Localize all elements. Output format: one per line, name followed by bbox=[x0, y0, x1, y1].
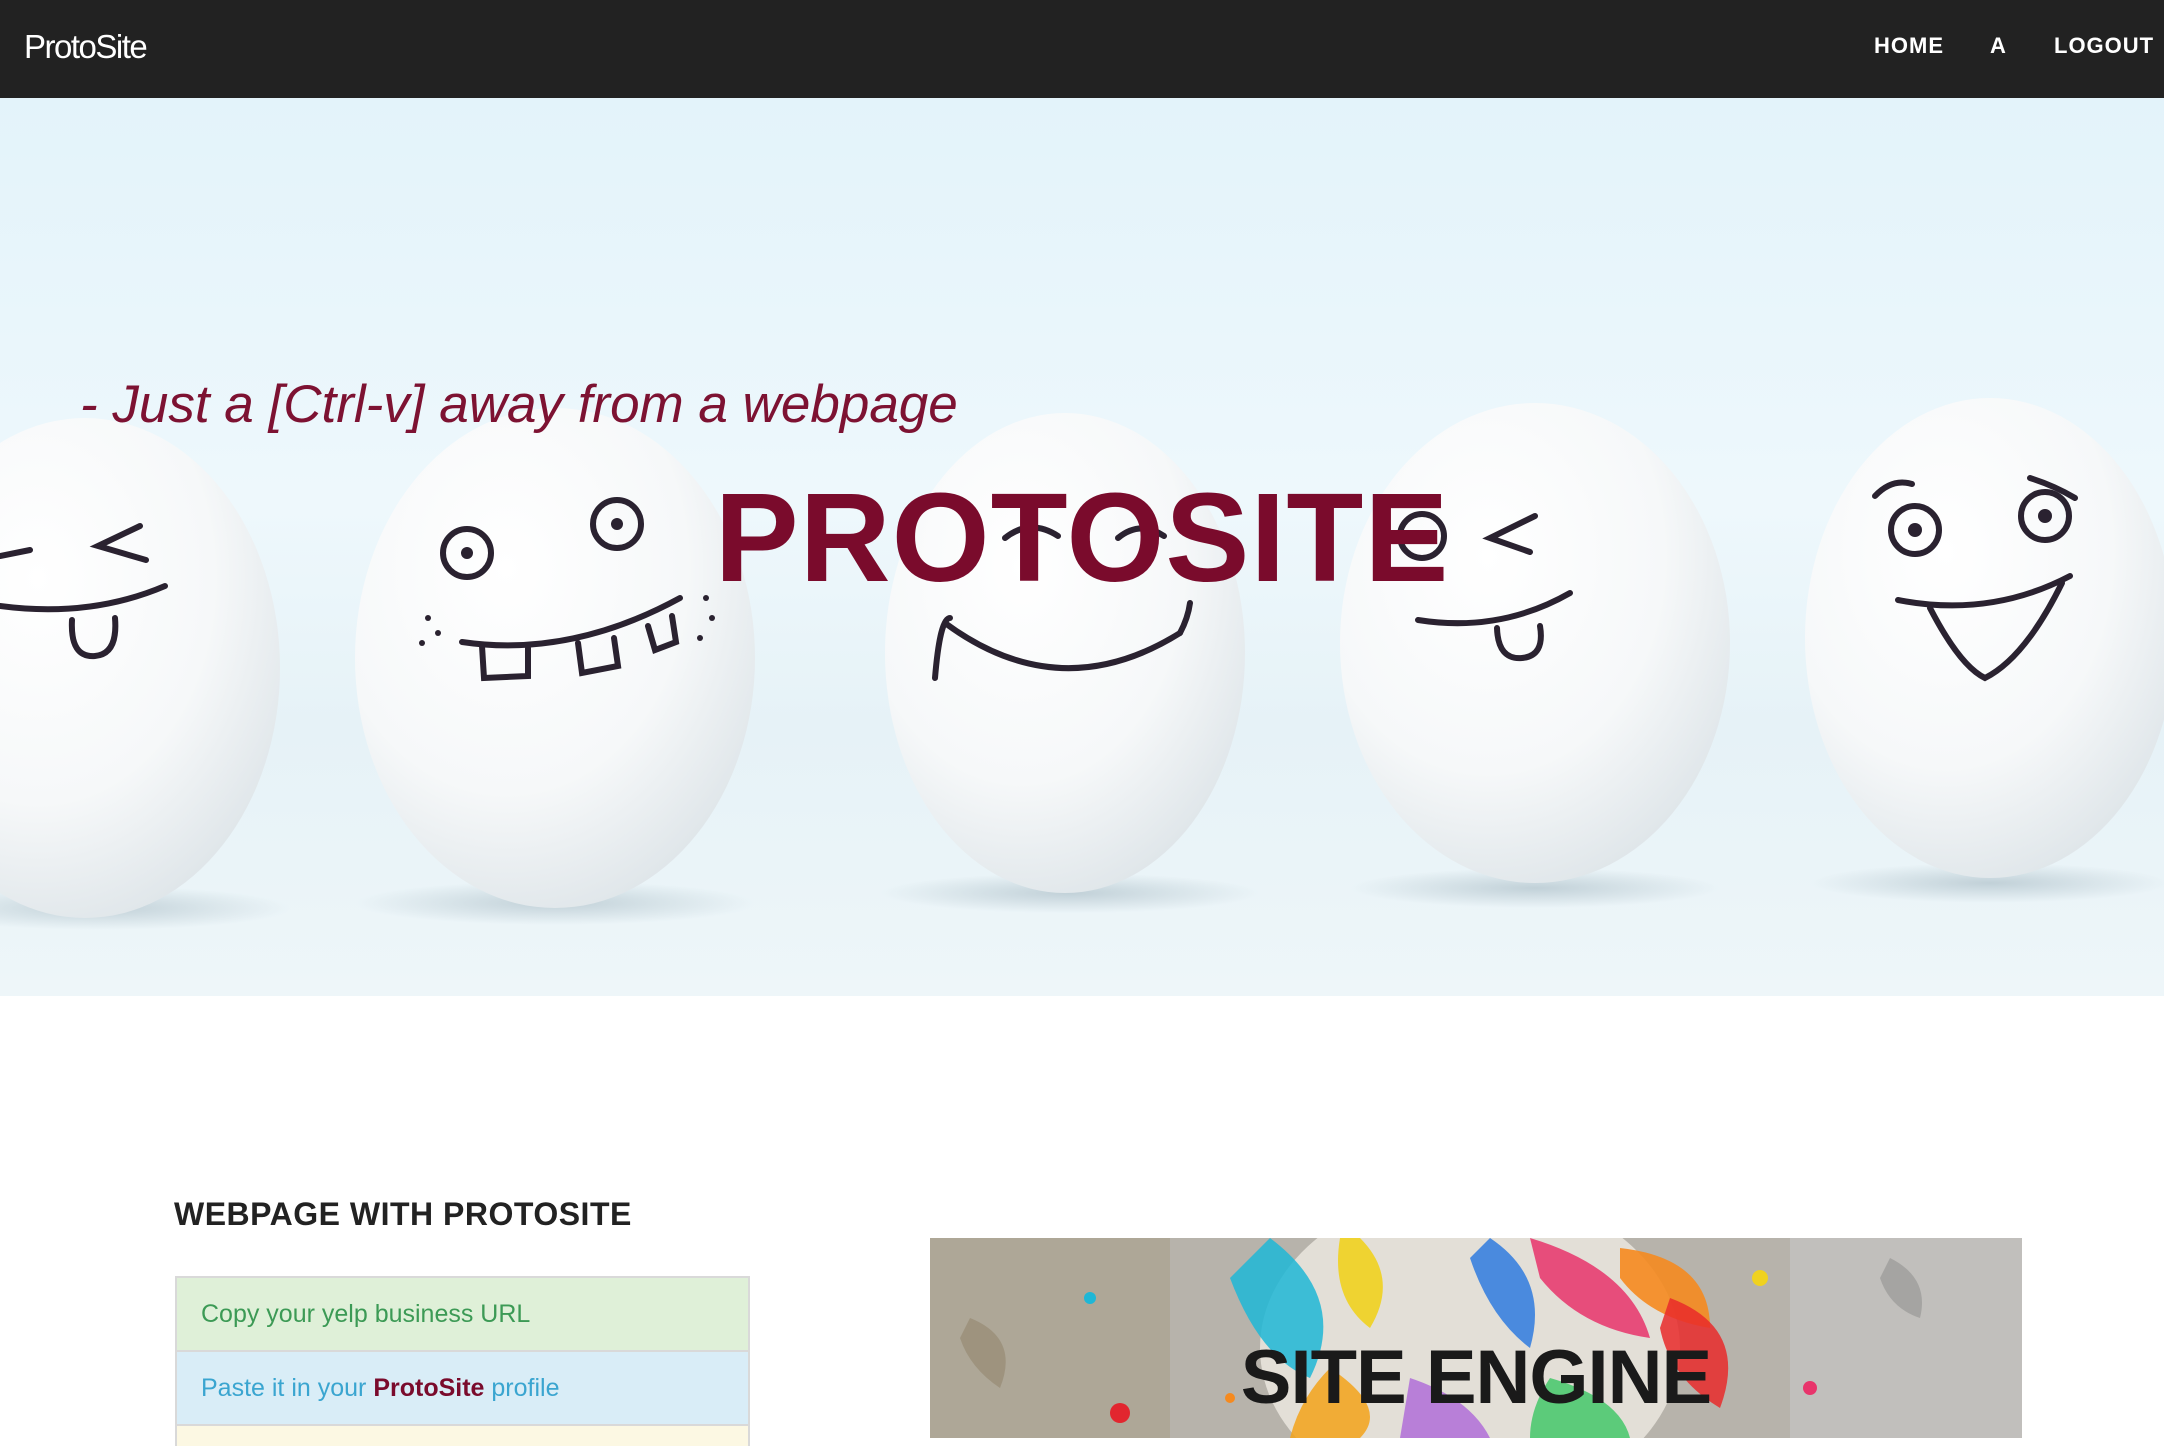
protosite-profile-link[interactable]: ProtoSite bbox=[373, 1374, 484, 1402]
step-paste-text: Paste it in your bbox=[201, 1374, 374, 1402]
hero-tagline: - Just a [Ctrl-v] away from a webpage bbox=[80, 375, 958, 434]
step-three bbox=[177, 1426, 748, 1446]
step-copy-url: Copy your yelp business URL bbox=[177, 1278, 748, 1352]
hero-banner: - Just a [Ctrl-v] away from a webpage PR… bbox=[0, 98, 2164, 996]
site-engine-title: SITE ENGINE bbox=[1240, 1335, 1712, 1420]
brand-logo-link[interactable]: ProtoSite bbox=[24, 24, 148, 70]
section-heading: WEBPAGE WITH PROTOSITE bbox=[174, 1196, 632, 1232]
step-profile-text: profile bbox=[484, 1374, 560, 1402]
nav-home-link[interactable]: HOME bbox=[1874, 30, 1944, 62]
step-paste-profile: Paste it in your ProtoSite profile bbox=[177, 1352, 748, 1426]
site-engine-image: SITE ENGINE bbox=[930, 1238, 2022, 1438]
top-navbar: ProtoSite HOME A LOGOUT bbox=[0, 0, 2164, 98]
steps-list: Copy your yelp business URL Paste it in … bbox=[175, 1276, 750, 1446]
nav-a-link[interactable]: A bbox=[1990, 30, 2007, 62]
nav-logout-link[interactable]: LOGOUT bbox=[2054, 30, 2154, 62]
hero-title: PROTOSITE bbox=[714, 467, 1450, 608]
